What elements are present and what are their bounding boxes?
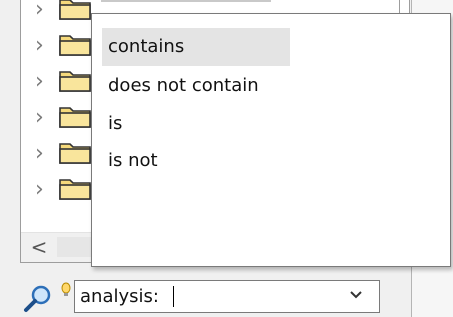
lightbulb-icon — [60, 282, 72, 298]
expand-chevron-icon[interactable]: › — [35, 35, 51, 57]
expand-chevron-icon[interactable]: › — [35, 143, 51, 165]
operator-option-does-not-contain[interactable]: does not contain — [102, 67, 290, 105]
filter-operator-dropdown: contains does not contain is is not — [91, 13, 451, 267]
chevron-down-icon[interactable] — [341, 281, 371, 312]
text-caret — [173, 286, 174, 307]
folder-icon — [59, 0, 91, 20]
operator-option-is-not[interactable]: is not — [102, 142, 290, 180]
expand-chevron-icon[interactable]: › — [35, 107, 51, 129]
folder-icon — [59, 176, 91, 200]
operator-option-is[interactable]: is — [102, 105, 290, 143]
scroll-left-arrow-icon[interactable]: < — [27, 235, 51, 259]
folder-icon — [59, 140, 91, 164]
folder-icon — [59, 68, 91, 92]
folder-icon — [59, 104, 91, 128]
search-query-combobox[interactable]: analysis: — [74, 280, 380, 313]
expand-chevron-icon[interactable]: › — [35, 179, 51, 201]
expand-chevron-icon[interactable]: › — [35, 0, 51, 21]
folder-icon — [59, 32, 91, 56]
operator-option-contains[interactable]: contains — [102, 28, 290, 66]
magnifier-icon[interactable] — [23, 283, 53, 313]
expand-chevron-icon[interactable]: › — [35, 71, 51, 93]
search-query-input[interactable]: analysis: — [80, 281, 159, 312]
